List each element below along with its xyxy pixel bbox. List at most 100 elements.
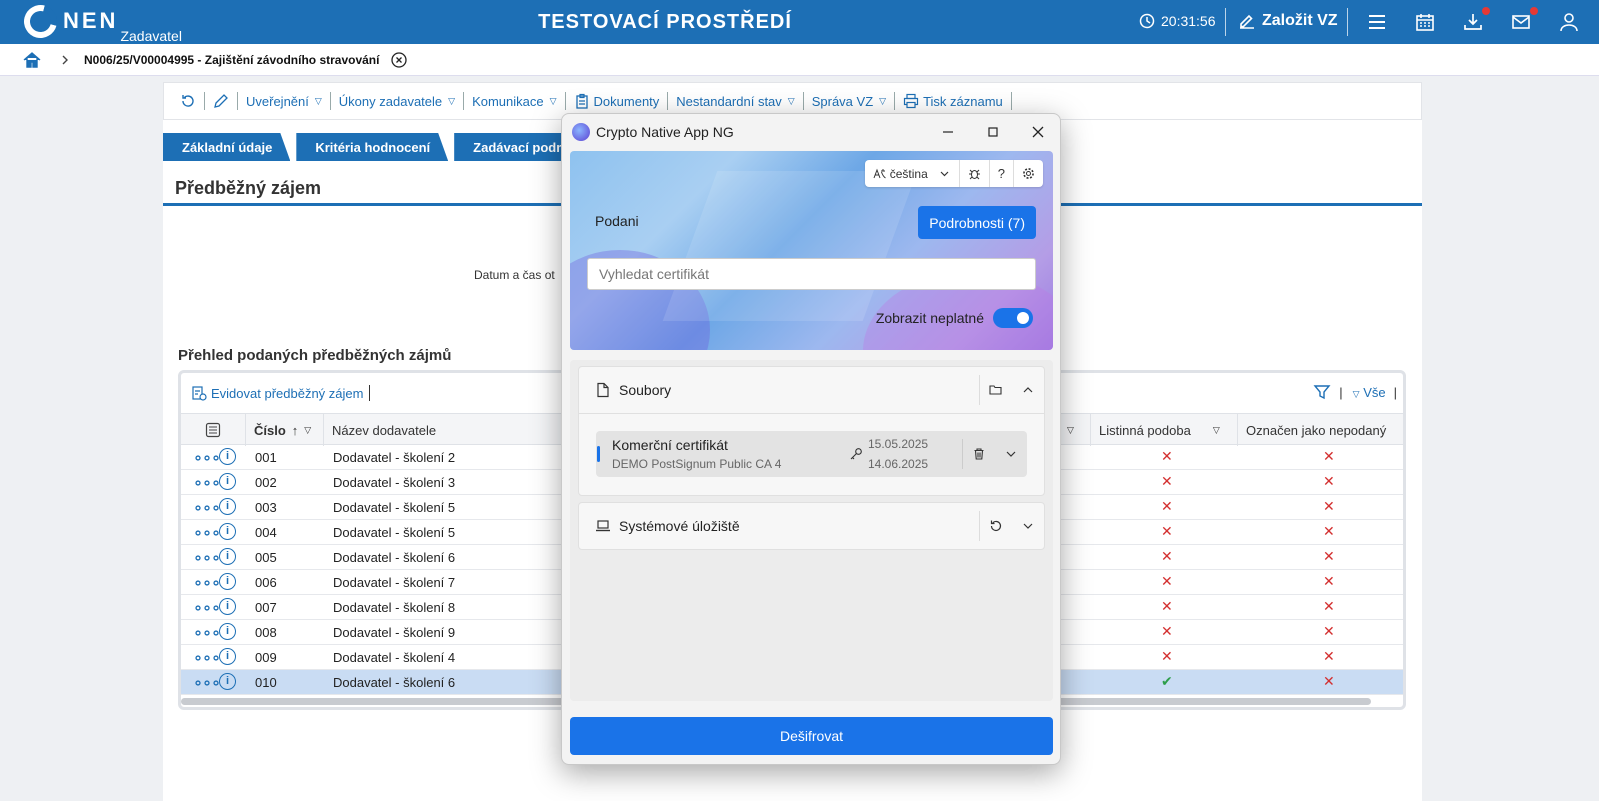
details-button[interactable]: Podrobnosti (7) — [918, 206, 1036, 239]
info-icon[interactable]: i — [219, 473, 236, 490]
row-menu-icon[interactable]: ∘∘∘ — [193, 648, 221, 668]
expand-button[interactable] — [1012, 519, 1044, 533]
toggle-knob — [1017, 312, 1029, 324]
certificate-name: Komerční certifikát — [612, 437, 728, 453]
certificate-search-input[interactable]: Vyhledat certifikát — [587, 258, 1036, 290]
info-icon[interactable]: i — [219, 648, 236, 665]
chevron-down-icon — [940, 171, 949, 177]
open-folder-button[interactable] — [980, 383, 1012, 397]
toolbar-komunikace[interactable]: Komunikace ▽ — [464, 92, 566, 110]
column-oznacen[interactable]: Označen jako nepodaný — [1238, 414, 1403, 446]
files-actions — [979, 375, 1044, 405]
cell-nazev: Dodavatel - školení 5 — [333, 525, 456, 540]
maximize-button[interactable] — [983, 122, 1003, 142]
clock-icon — [1139, 13, 1155, 29]
cell-oznacen: ✕ — [1323, 573, 1335, 589]
chevron-down-icon — [1023, 523, 1033, 529]
toolbar-uverejneni[interactable]: Uveřejnění ▽ — [238, 92, 331, 110]
info-icon[interactable]: i — [219, 623, 236, 640]
column-settings[interactable] — [181, 414, 246, 446]
row-menu-icon[interactable]: ∘∘∘ — [193, 523, 221, 543]
minimize-button[interactable] — [938, 122, 958, 142]
column-filter-icon[interactable]: ▽ — [1213, 425, 1220, 436]
maximize-icon — [988, 127, 998, 137]
sort-asc-icon[interactable]: ↑ — [292, 423, 299, 438]
column-listinna[interactable]: Listinná podoba ▽ — [1091, 414, 1238, 446]
dialog-titlebar[interactable]: Crypto Native App NG — [562, 114, 1060, 150]
home-icon[interactable] — [22, 50, 42, 70]
info-icon[interactable]: i — [219, 498, 236, 515]
notification-dot — [1482, 7, 1490, 15]
row-menu-icon[interactable]: ∘∘∘ — [193, 473, 221, 493]
cell-cislo: 001 — [255, 450, 277, 465]
collapse-button[interactable] — [1012, 383, 1044, 397]
tab-zakladni-udaje[interactable]: Základní údaje — [163, 133, 290, 161]
close-circle-icon[interactable] — [391, 51, 408, 68]
cell-oznacen: ✕ — [1323, 673, 1335, 689]
info-icon[interactable]: i — [219, 673, 236, 690]
info-icon[interactable]: i — [219, 448, 236, 465]
show-invalid-label: Zobrazit neplatné — [875, 310, 984, 326]
clock-time: 20:31:56 — [1161, 13, 1216, 29]
new-vz-button[interactable]: Založit VZ — [1238, 12, 1338, 30]
breadcrumb-current: N006/25/V00004995 - Zajištění závodního … — [84, 52, 380, 67]
file-icon — [597, 382, 609, 398]
files-accordion-header[interactable]: Soubory — [579, 367, 1044, 413]
edit-button[interactable] — [205, 92, 238, 110]
row-menu-icon[interactable]: ∘∘∘ — [193, 598, 221, 618]
row-menu-icon[interactable]: ∘∘∘ — [193, 548, 221, 568]
certificate-item[interactable]: Komerční certifikát DEMO PostSignum Publ… — [596, 431, 1027, 477]
show-invalid-toggle[interactable] — [993, 308, 1033, 328]
evidovat-button[interactable]: Evidovat předběžný zájem — [191, 385, 371, 401]
cell-oznacen: ✕ — [1323, 598, 1335, 614]
refresh-button[interactable] — [172, 92, 205, 110]
breadcrumb: N006/25/V00004995 - Zajištění závodního … — [0, 44, 1599, 76]
delete-certificate-button[interactable] — [963, 447, 995, 461]
close-button[interactable] — [1028, 122, 1048, 142]
calendar-icon[interactable] — [1414, 11, 1436, 33]
section-title: Předběžný zájem — [175, 178, 322, 198]
toolbar-dokumenty[interactable]: Dokumenty — [566, 92, 669, 110]
refresh-icon — [990, 520, 1002, 532]
language-select[interactable]: čeština — [865, 160, 960, 187]
podani-label: Podani — [595, 213, 639, 229]
toolbar-sprava-vz[interactable]: Správa VZ ▽ — [804, 92, 896, 110]
cell-nazev: Dodavatel - školení 3 — [333, 475, 456, 490]
filter-all-button[interactable]: ▽ Vše — [1351, 385, 1386, 400]
refresh-icon — [182, 95, 194, 107]
info-icon[interactable]: i — [219, 548, 236, 565]
settings-button[interactable] — [1014, 160, 1043, 187]
expand-certificate-button[interactable] — [995, 447, 1027, 461]
dialog-title: Crypto Native App NG — [596, 124, 734, 140]
app-icon — [572, 123, 590, 141]
tab-kriteria-hodnoceni[interactable]: Kritéria hodnocení — [296, 133, 448, 161]
debug-button[interactable] — [960, 160, 990, 187]
row-menu-icon[interactable]: ∘∘∘ — [193, 448, 221, 468]
column-filter-icon[interactable]: ▽ — [304, 425, 311, 436]
toolbar-ukony-zadavatele[interactable]: Úkony zadavatele ▽ — [331, 92, 465, 110]
decrypt-button[interactable]: Dešifrovat — [570, 717, 1053, 755]
printer-icon — [903, 93, 919, 109]
cell-oznacen: ✕ — [1323, 623, 1335, 639]
row-menu-icon[interactable]: ∘∘∘ — [193, 673, 221, 693]
row-menu-icon[interactable]: ∘∘∘ — [193, 573, 221, 593]
info-icon[interactable]: i — [219, 598, 236, 615]
cell-listinna: ✕ — [1161, 523, 1173, 539]
reload-button[interactable] — [980, 519, 1012, 533]
user-icon[interactable] — [1558, 11, 1580, 33]
mail-icon[interactable] — [1510, 7, 1538, 33]
help-button[interactable]: ? — [990, 160, 1014, 187]
toolbar-nestandardni-stav[interactable]: Nestandardní stav ▽ — [668, 92, 804, 110]
column-cislo[interactable]: Číslo ↑ ▽ — [246, 414, 324, 446]
row-menu-icon[interactable]: ∘∘∘ — [193, 498, 221, 518]
system-store-header[interactable]: Systémové úložiště — [579, 503, 1044, 549]
dropdown-triangle-icon: ▽ — [448, 95, 456, 106]
info-icon[interactable]: i — [219, 573, 236, 590]
decor — [662, 171, 918, 321]
menu-icon[interactable] — [1366, 11, 1388, 33]
download-icon[interactable] — [1462, 7, 1490, 33]
info-icon[interactable]: i — [219, 523, 236, 540]
toolbar-tisk-zaznamu[interactable]: Tisk záznamu — [895, 92, 1012, 110]
filter-icon[interactable] — [1313, 383, 1331, 401]
row-menu-icon[interactable]: ∘∘∘ — [193, 623, 221, 643]
